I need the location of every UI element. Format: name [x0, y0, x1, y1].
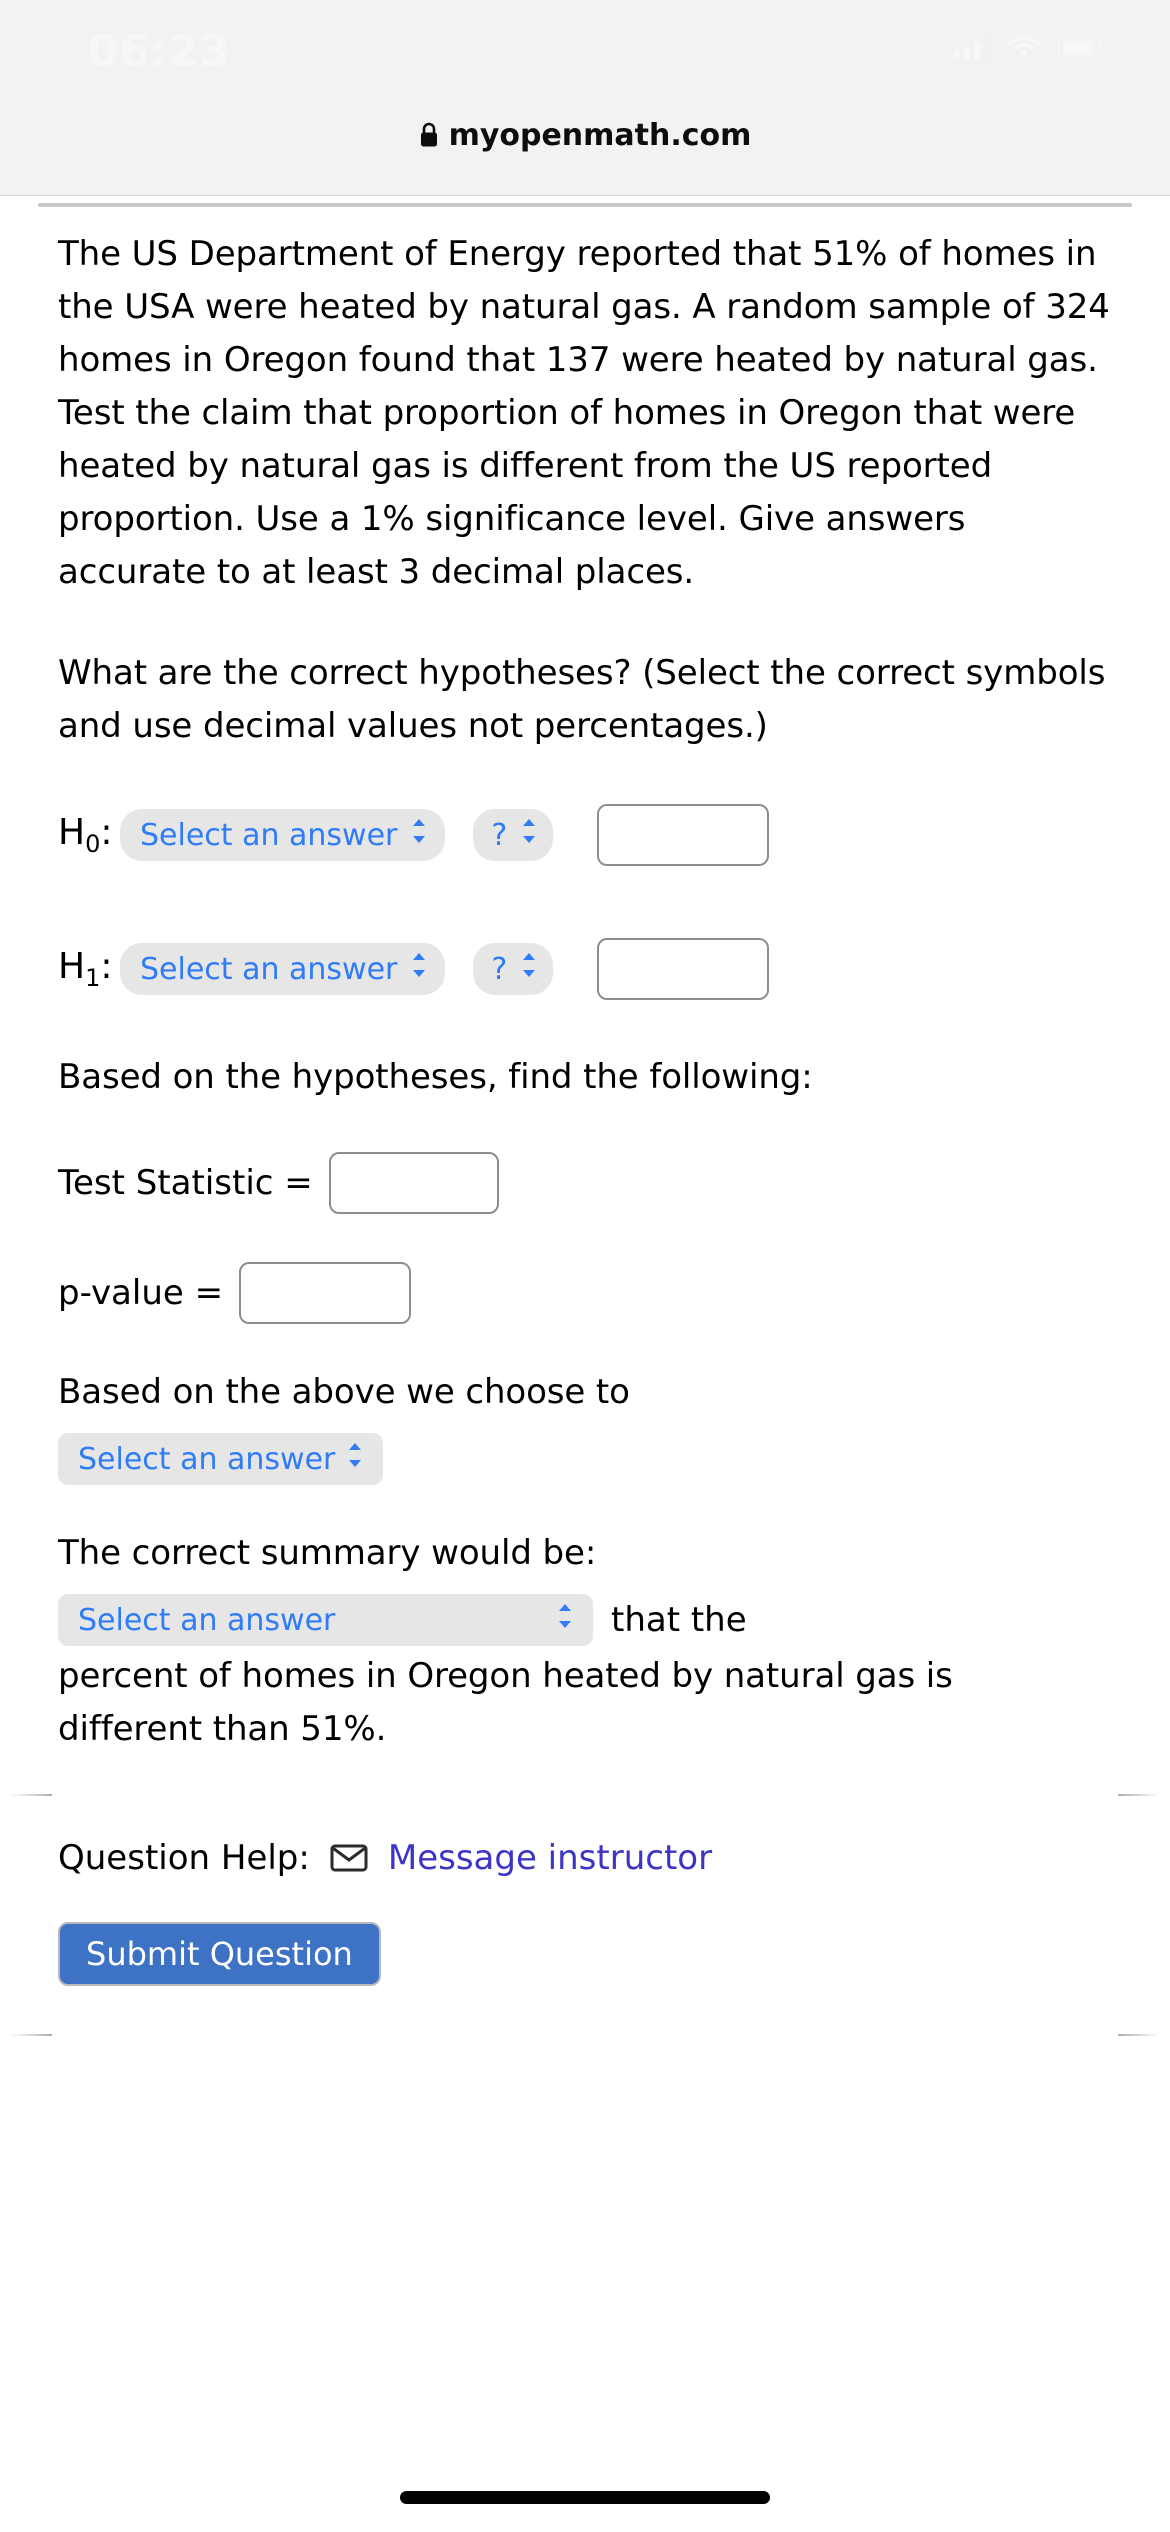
- h0-label-text: H: [58, 811, 86, 853]
- h0-parameter-select[interactable]: Select an answer: [120, 809, 446, 861]
- cellular-signal-icon: [954, 36, 990, 59]
- wifi-icon: [1008, 36, 1040, 59]
- status-bar-clock: 06:23: [88, 26, 231, 77]
- summary-row: Select an answer that the: [58, 1594, 1112, 1646]
- chevron-up-down-icon: [409, 950, 429, 988]
- page-progress-rule: [38, 203, 1132, 207]
- h1-parameter-select-label: Select an answer: [140, 951, 398, 987]
- h0-colon: :: [100, 811, 113, 853]
- decision-prompt: Based on the above we choose to: [58, 1372, 630, 1412]
- summary-prompt: The correct summary would be:: [58, 1533, 597, 1573]
- test-statistic-row: Test Statistic =: [58, 1152, 1112, 1214]
- chevron-up-down-icon: [409, 816, 429, 854]
- h0-subscript: 0: [85, 830, 101, 859]
- section-divider-bottom: [10, 2034, 1160, 2036]
- summary-select[interactable]: Select an answer: [58, 1594, 593, 1646]
- h0-symbol-select-label: ?: [491, 817, 508, 853]
- chevron-up-down-icon: [519, 816, 539, 854]
- section-divider-top: [10, 1794, 1160, 1796]
- p-value-input[interactable]: [239, 1262, 412, 1324]
- p-value-label: p-value =: [58, 1273, 224, 1313]
- h0-row: H0: Select an answer ?: [58, 787, 1112, 883]
- decision-select[interactable]: Select an answer: [58, 1433, 383, 1485]
- h0-parameter-select-label: Select an answer: [140, 817, 398, 853]
- summary-select-label: Select an answer: [78, 1602, 336, 1638]
- chevron-up-down-icon: [555, 1601, 575, 1639]
- test-statistic-input[interactable]: [328, 1152, 499, 1214]
- summary-tail-line-1: percent of homes in Oregon heated by nat…: [58, 1656, 953, 1696]
- based-on-hypotheses-text: Based on the hypotheses, find the follow…: [58, 1057, 813, 1097]
- summary-trailing-text: that the: [611, 1600, 747, 1640]
- h1-symbol-select[interactable]: ?: [473, 943, 554, 995]
- question-help-label: Question Help:: [58, 1838, 310, 1878]
- summary-tail-line-2: different than 51%.: [58, 1709, 387, 1749]
- browser-chrome: 06:23 myopenmath.com: [0, 0, 1170, 196]
- message-instructor-link[interactable]: Message instructor: [388, 1838, 712, 1878]
- battery-icon: [1058, 36, 1106, 59]
- question-page: The US Department of Energy reported tha…: [0, 228, 1170, 2036]
- h1-parameter-select[interactable]: Select an answer: [120, 943, 446, 995]
- url-text: myopenmath.com: [448, 117, 752, 153]
- h0-label: H0:: [58, 812, 120, 858]
- h0-value-input[interactable]: [597, 804, 770, 866]
- chevron-up-down-icon: [345, 1440, 365, 1478]
- p-value-row: p-value =: [58, 1262, 1112, 1324]
- lock-icon: [419, 122, 439, 148]
- test-statistic-label: Test Statistic =: [58, 1163, 313, 1203]
- home-indicator[interactable]: [400, 2491, 770, 2504]
- h1-label-text: H: [58, 945, 86, 987]
- h1-row: H1: Select an answer ?: [58, 921, 1112, 1017]
- decision-select-label: Select an answer: [78, 1441, 336, 1477]
- submit-question-button[interactable]: Submit Question: [58, 1922, 381, 1986]
- h1-label: H1:: [58, 946, 120, 992]
- status-bar-icons: [954, 36, 1106, 59]
- chevron-up-down-icon: [519, 950, 539, 988]
- question-help-row: Question Help: Message instructor: [58, 1838, 1112, 1878]
- h1-subscript: 1: [85, 964, 101, 993]
- h1-colon: :: [100, 945, 113, 987]
- hypotheses-prompt: What are the correct hypotheses? (Select…: [58, 653, 1106, 746]
- status-bar: 06:23: [0, 0, 1170, 90]
- h1-symbol-select-label: ?: [491, 951, 508, 987]
- question-body: The US Department of Energy reported tha…: [58, 234, 1110, 592]
- url-bar[interactable]: myopenmath.com: [0, 104, 1170, 166]
- h0-symbol-select[interactable]: ?: [473, 809, 554, 861]
- mail-icon[interactable]: [330, 1843, 368, 1873]
- h1-value-input[interactable]: [597, 938, 770, 1000]
